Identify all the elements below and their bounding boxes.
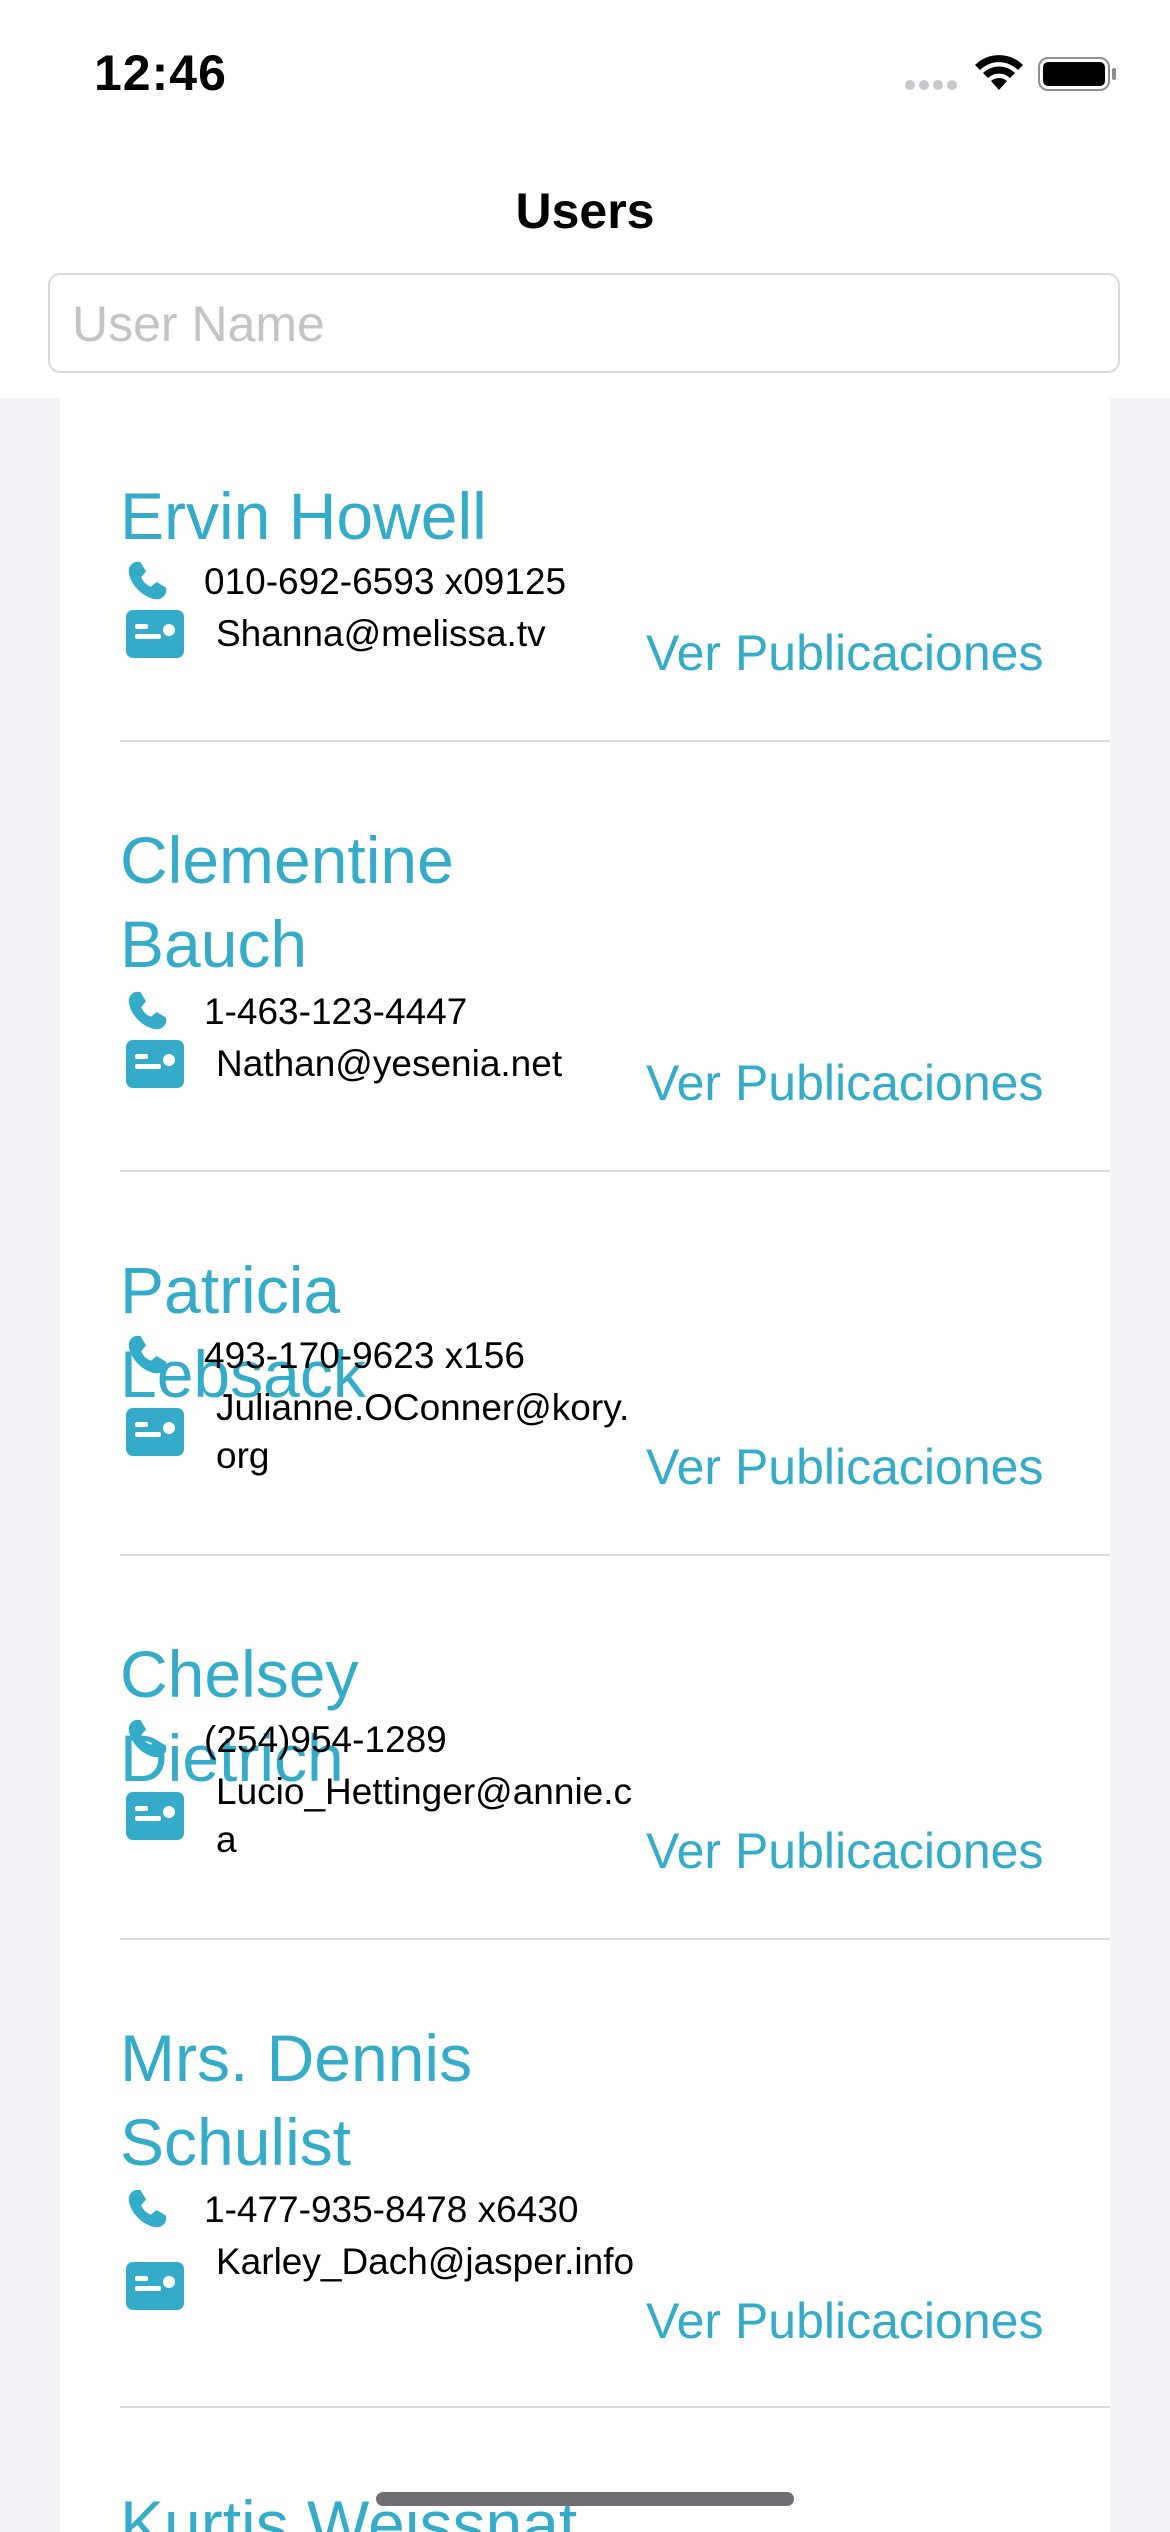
contact-card-icon [126, 1408, 184, 1456]
contact-card-icon [126, 1040, 184, 1088]
page-title: Users [515, 183, 655, 239]
ver-publicaciones-button[interactable]: Ver Publicaciones [646, 1437, 1043, 1497]
phone-icon [128, 2189, 167, 2228]
status-time: 12:46 [94, 45, 227, 101]
user-name: Clementine Bauch [120, 823, 454, 981]
list-item: Kurtis Weissnat [120, 2408, 1110, 2532]
user-name: Kurtis Weissnat [120, 2487, 578, 2532]
cellular-signal-icon [905, 80, 959, 92]
phone-icon [128, 991, 167, 1030]
list-item: Patricia Lebsack 493-170-9623 x156 Julia… [120, 1172, 1110, 1556]
contact-card-icon [126, 610, 184, 658]
user-email: Karley_Dach@jasper.info [216, 2241, 635, 2282]
list-item: Mrs. Dennis Schulist 1-477-935-8478 x643… [120, 1940, 1110, 2408]
user-email: Shanna@melissa.tv [216, 613, 546, 654]
ver-publicaciones-button[interactable]: Ver Publicaciones [646, 1053, 1043, 1113]
ver-publicaciones-button[interactable]: Ver Publicaciones [646, 1821, 1043, 1881]
user-list: Ervin Howell 010-692-6593 x09125 Shanna@… [60, 398, 1110, 2532]
user-email: Julianne.OConner@kory.org [216, 1387, 630, 1476]
contact-card-icon [126, 2262, 184, 2310]
list-item: Chelsey Dietrich (254)954-1289 Lucio_Het… [120, 1556, 1110, 1940]
user-phone: (254)954-1289 [204, 1719, 447, 1760]
phone-icon [128, 1335, 167, 1374]
ver-publicaciones-button[interactable]: Ver Publicaciones [646, 2291, 1043, 2351]
list-item: Ervin Howell 010-692-6593 x09125 Shanna@… [120, 398, 1110, 742]
home-indicator [376, 2492, 794, 2506]
contact-card-icon [126, 1792, 184, 1840]
phone-icon [128, 561, 167, 600]
user-email: Lucio_Hettinger@annie.ca [216, 1771, 633, 1860]
user-name: Ervin Howell [120, 479, 487, 553]
wifi-icon [975, 55, 1023, 90]
status-bar: 12:46 [0, 0, 1170, 140]
search-box[interactable] [48, 273, 1120, 373]
phone-icon [128, 1719, 167, 1758]
header: Users [0, 140, 1170, 398]
search-input[interactable] [70, 275, 1104, 373]
list-item: Clementine Bauch 1-463-123-4447 Nathan@y… [120, 742, 1110, 1172]
user-phone: 010-692-6593 x09125 [204, 561, 567, 602]
user-name: Mrs. Dennis Schulist [120, 2021, 473, 2179]
user-phone: 1-477-935-8478 x6430 [204, 2189, 579, 2230]
user-email: Nathan@yesenia.net [216, 1043, 563, 1084]
user-phone: 493-170-9623 x156 [204, 1335, 525, 1376]
ver-publicaciones-button[interactable]: Ver Publicaciones [646, 623, 1043, 683]
user-phone: 1-463-123-4447 [204, 991, 468, 1032]
battery-icon [1038, 57, 1116, 91]
